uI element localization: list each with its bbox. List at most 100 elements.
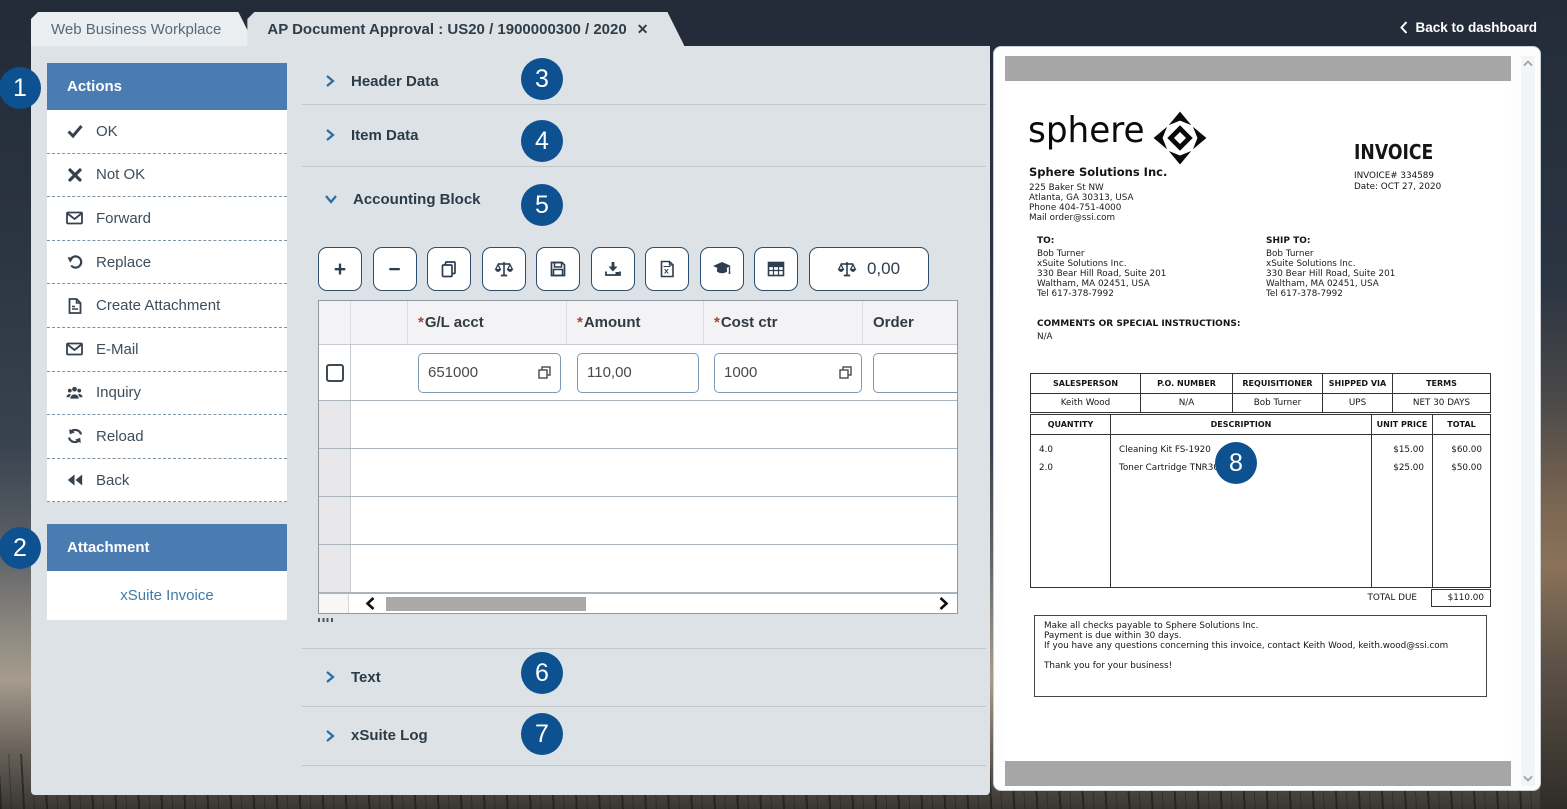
background-photo-edge [1540, 0, 1567, 809]
scroll-down-icon[interactable] [1523, 775, 1533, 782]
x-icon [66, 166, 83, 183]
table-view-button[interactable] [754, 247, 798, 291]
tab-web-business-workplace[interactable]: Web Business Workplace [31, 12, 255, 46]
section-item-data[interactable]: Item Data [302, 104, 986, 166]
action-replace[interactable]: Replace [47, 241, 287, 285]
download-icon [604, 260, 622, 278]
scale-icon [837, 260, 857, 278]
callout-5: 5 [521, 184, 563, 226]
gl-acct-input[interactable]: 651000 [418, 353, 561, 393]
tab-label: AP Document Approval : US20 / 1900000300… [267, 21, 626, 38]
invoice-company-block: Sphere Solutions Inc. 225 Baker St NW At… [1029, 165, 1167, 223]
invoice-sales-table: SALESPERSON P.O. NUMBER REQUISITIONER SH… [1030, 373, 1491, 413]
action-not-ok[interactable]: Not OK [47, 154, 287, 198]
table-row [319, 545, 957, 593]
tab-ap-document-approval[interactable]: AP Document Approval : US20 / 1900000300… [247, 12, 684, 46]
form-content: Header Data Item Data Accounting Block +… [302, 46, 986, 795]
table-row [319, 401, 957, 449]
column-header-gl-acct[interactable]: *G/L acct [408, 301, 567, 344]
invoice-title: INVOICE [1354, 140, 1433, 164]
resize-handle[interactable] [318, 618, 335, 622]
scroll-left-icon[interactable] [365, 596, 376, 611]
section-text[interactable]: Text [302, 648, 986, 706]
invoice-ship-to-block: SHIP TO: Bob Turner xSuite Solutions Inc… [1266, 236, 1395, 299]
save-button[interactable] [536, 247, 580, 291]
attachment-panel-header: Attachment [47, 524, 287, 571]
invoice-items-table: QUANTITY DESCRIPTION UNIT PRICE TOTAL 4.… [1030, 414, 1491, 588]
refresh-icon [66, 428, 83, 445]
accounting-toolbar: + − x [318, 247, 929, 291]
tab-label: Web Business Workplace [51, 21, 221, 38]
action-email[interactable]: E-Mail [47, 328, 287, 372]
chevron-right-icon [324, 128, 336, 142]
action-inquiry[interactable]: Inquiry [47, 372, 287, 416]
scroll-right-icon[interactable] [938, 596, 949, 611]
invoice-footer-box: Make all checks payable to Sphere Soluti… [1034, 615, 1487, 697]
action-ok[interactable]: OK [47, 110, 287, 154]
invoice-viewer-panel: sphere INVOICE INVOICE# 334589 Date: OCT… [993, 46, 1541, 791]
scroll-up-icon[interactable] [1523, 60, 1533, 67]
actions-panel-header: Actions [47, 63, 287, 110]
amount-input[interactable]: 110,00 [577, 353, 699, 393]
table-row [319, 449, 957, 497]
action-back[interactable]: Back [47, 459, 287, 503]
column-header-cost-ctr[interactable]: *Cost ctr [704, 301, 863, 344]
section-accounting-block[interactable]: Accounting Block [302, 166, 986, 232]
action-create-attachment[interactable]: Create Attachment [47, 284, 287, 328]
action-reload[interactable]: Reload [47, 415, 287, 459]
envelope-icon [66, 341, 83, 358]
order-input[interactable] [873, 353, 957, 393]
table-header-row: *G/L acct *Amount *Cost ctr Order [319, 301, 957, 345]
chevron-right-icon [324, 729, 336, 743]
column-header-order[interactable]: Order [863, 301, 957, 344]
table-grid-icon [767, 261, 785, 277]
export-excel-button[interactable]: x [645, 247, 689, 291]
excel-file-icon: x [659, 260, 675, 278]
section-header-data[interactable]: Header Data [302, 58, 986, 104]
balance-button[interactable] [482, 247, 526, 291]
scale-icon [494, 260, 514, 278]
learning-button[interactable] [700, 247, 744, 291]
actions-list: OK Not OK Forward Replace Create Attachm… [47, 110, 287, 502]
callout-7: 7 [521, 713, 563, 755]
table-row: 651000 110,00 1000 [319, 345, 957, 401]
download-button[interactable] [591, 247, 635, 291]
chevron-right-icon [324, 670, 336, 684]
attachment-panel: Attachment xSuite Invoice [47, 524, 287, 620]
callout-4: 4 [521, 120, 563, 162]
chevron-right-icon [324, 74, 336, 88]
remove-row-button[interactable]: − [373, 247, 417, 291]
sphere-logo-icon [1153, 111, 1207, 165]
tab-bar: Web Business Workplace AP Document Appro… [31, 12, 684, 46]
scrollbar-thumb[interactable] [386, 597, 586, 611]
value-help-icon[interactable] [839, 366, 852, 379]
horizontal-scrollbar[interactable] [319, 593, 957, 613]
callout-3: 3 [521, 58, 563, 100]
table-row [319, 497, 957, 545]
invoice-document: sphere INVOICE INVOICE# 334589 Date: OCT… [1005, 81, 1511, 761]
viewer-bottom-bar [1005, 761, 1511, 786]
balance-display: 0,00 [809, 247, 929, 291]
back-link-label: Back to dashboard [1415, 20, 1537, 35]
value-help-icon[interactable] [538, 366, 551, 379]
section-xsuite-log[interactable]: xSuite Log [302, 706, 986, 765]
add-row-button[interactable]: + [318, 247, 362, 291]
back-to-dashboard-link[interactable]: Back to dashboard [1400, 20, 1537, 35]
save-icon [549, 260, 567, 278]
viewer-scrollbar[interactable] [1521, 56, 1535, 786]
invoice-number: INVOICE# 334589 [1354, 171, 1448, 182]
row-checkbox[interactable] [326, 364, 344, 382]
column-header-amount[interactable]: *Amount [567, 301, 704, 344]
cost-ctr-input[interactable]: 1000 [714, 353, 862, 393]
accounting-table: *G/L acct *Amount *Cost ctr Order 651000… [318, 300, 958, 614]
callout-1: 1 [0, 67, 41, 109]
xsuite-invoice-link[interactable]: xSuite Invoice [120, 587, 213, 604]
action-forward[interactable]: Forward [47, 197, 287, 241]
undo-icon [66, 254, 83, 271]
callout-6: 6 [521, 652, 563, 694]
graduation-cap-icon [712, 261, 732, 277]
callout-8: 8 [1215, 442, 1257, 484]
copy-row-button[interactable] [427, 247, 471, 291]
viewer-toolbar [1005, 56, 1511, 81]
close-tab-icon[interactable]: ✕ [637, 21, 649, 38]
